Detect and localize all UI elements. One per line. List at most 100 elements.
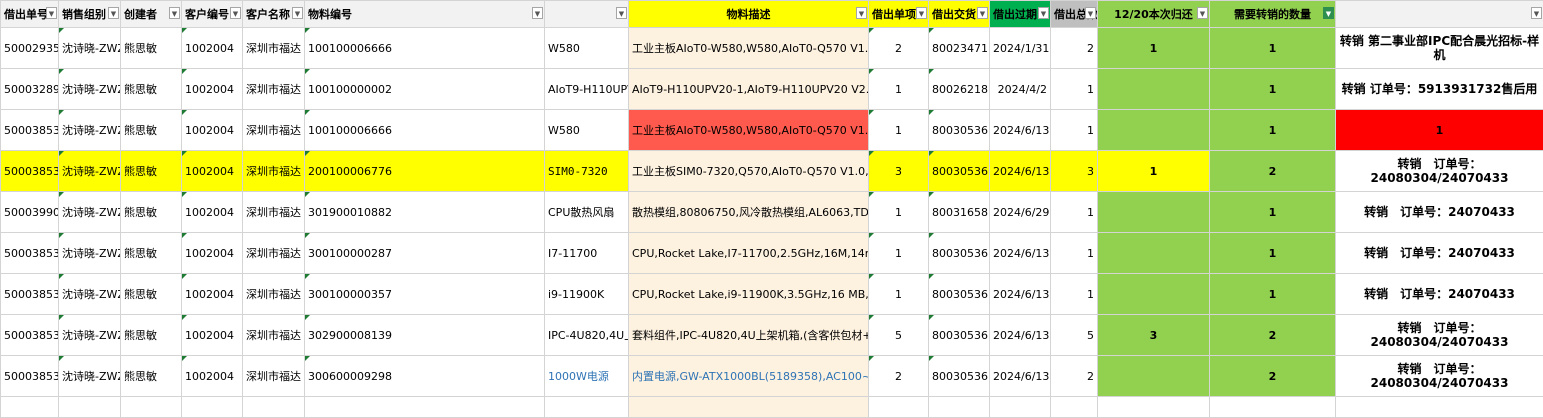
cell[interactable]: 80030536 [928, 273, 990, 315]
cell[interactable]: 5 [868, 314, 929, 356]
filter-dropdown-icon[interactable]: ▼ [1038, 7, 1049, 19]
cell[interactable]: 1 [1050, 191, 1098, 233]
cell[interactable]: 50003853 [0, 355, 59, 397]
header-cell[interactable]: 客户名称 ▼ [242, 0, 305, 28]
cell[interactable]: CPU散热风扇 [544, 191, 629, 233]
filter-dropdown-icon[interactable]: ▼ [532, 7, 543, 19]
cell[interactable]: 散热模组,80806750,风冷散热模组,AL6063,TD922 [628, 191, 869, 233]
cell[interactable]: 工业主板SIM0-7320,Q570,AIoT0-Q570 V1.0,4DIM [628, 150, 869, 192]
cell[interactable]: 熊思敏 [120, 232, 182, 274]
cell[interactable]: 沈诗晓-ZWZ [58, 314, 121, 356]
empty-cell[interactable] [242, 396, 305, 418]
cell[interactable]: 1002004 [181, 273, 243, 315]
empty-cell[interactable] [544, 396, 629, 418]
cell[interactable]: 沈诗晓-ZWZ [58, 68, 121, 110]
filter-dropdown-icon[interactable]: ▼ [230, 7, 241, 19]
cell[interactable]: 深圳市福达 [242, 150, 305, 192]
cell[interactable]: 熊思敏 [120, 273, 182, 315]
cell[interactable]: 80030536 [928, 109, 990, 151]
cell[interactable]: i9-11900K [544, 273, 629, 315]
cell[interactable]: 2024/1/31 [989, 27, 1051, 69]
cell[interactable]: 沈诗晓-ZWZ [58, 355, 121, 397]
filter-dropdown-icon[interactable]: ▼ [977, 7, 988, 19]
cell[interactable]: 2024/6/13 [989, 109, 1051, 151]
cell[interactable]: 1002004 [181, 314, 243, 356]
cell[interactable]: 300100000287 [304, 232, 545, 274]
cell[interactable]: 熊思敏 [120, 314, 182, 356]
cell[interactable]: 1 [1097, 27, 1210, 69]
cell[interactable] [1097, 355, 1210, 397]
cell[interactable]: 3 [868, 150, 929, 192]
cell[interactable]: AIoT9-H110UPV [544, 68, 629, 110]
cell[interactable]: 80030536 [928, 314, 990, 356]
cell[interactable]: 80023471 [928, 27, 990, 69]
cell[interactable]: 沈诗晓-ZWZ [58, 109, 121, 151]
cell[interactable]: 50003853 [0, 109, 59, 151]
cell[interactable]: 100100006666 [304, 109, 545, 151]
header-cell[interactable]: ▼ [1335, 0, 1543, 28]
cell[interactable]: 1 [868, 109, 929, 151]
cell[interactable]: 50003990 [0, 191, 59, 233]
cell[interactable]: 2024/6/13 [989, 150, 1051, 192]
cell[interactable]: 深圳市福达 [242, 27, 305, 69]
empty-cell[interactable] [120, 396, 182, 418]
cell[interactable]: 2024/4/2 [989, 68, 1051, 110]
cell[interactable]: 深圳市福达 [242, 355, 305, 397]
cell[interactable]: 1002004 [181, 191, 243, 233]
cell[interactable]: 2 [1209, 314, 1336, 356]
filter-dropdown-icon[interactable]: ▼ [916, 7, 927, 19]
empty-cell[interactable] [1335, 396, 1543, 418]
cell[interactable]: 2 [1050, 27, 1098, 69]
header-cell[interactable]: 物料描述 ▼ [628, 0, 869, 28]
cell[interactable]: 熊思敏 [120, 68, 182, 110]
cell[interactable] [1097, 273, 1210, 315]
cell[interactable]: 50003853 [0, 314, 59, 356]
empty-cell[interactable] [0, 396, 59, 418]
cell[interactable]: 1 [868, 273, 929, 315]
filter-dropdown-icon[interactable]: ▼ [1531, 7, 1542, 19]
cell[interactable]: 300600009298 [304, 355, 545, 397]
header-cell[interactable]: ▼ [544, 0, 629, 28]
cell[interactable]: 1002004 [181, 68, 243, 110]
header-cell[interactable]: 物料编号 ▼ [304, 0, 545, 28]
cell[interactable]: 1000W电源 [544, 355, 629, 397]
empty-cell[interactable] [1209, 396, 1336, 418]
header-cell[interactable]: 销售组别 ▼ [58, 0, 121, 28]
cell[interactable]: 1 [1209, 109, 1336, 151]
cell[interactable]: 深圳市福达 [242, 232, 305, 274]
cell[interactable]: 2 [1050, 355, 1098, 397]
filter-dropdown-icon[interactable]: ▼ [616, 7, 627, 19]
cell[interactable]: 转销 订单号：5913931732售后用 [1335, 68, 1543, 110]
cell[interactable]: 熊思敏 [120, 355, 182, 397]
cell[interactable]: 1 [1050, 68, 1098, 110]
cell[interactable]: 2024/6/13 [989, 232, 1051, 274]
cell[interactable]: 转销 订单号：24070433 [1335, 232, 1543, 274]
empty-cell[interactable] [928, 396, 990, 418]
cell[interactable]: CPU,Rocket Lake,i9-11900K,3.5GHz,16 MB,8… [628, 273, 869, 315]
filter-dropdown-icon[interactable]: ▼ [292, 7, 303, 19]
header-cell[interactable]: 创建者 ▼ [120, 0, 182, 28]
cell[interactable]: AIoT9-H110UPV20-1,AIoT9-H110UPV20 V2.1,H… [628, 68, 869, 110]
header-cell[interactable]: 12/20本次归还 ▼ [1097, 0, 1210, 28]
cell[interactable]: 50003853 [0, 273, 59, 315]
empty-cell[interactable] [181, 396, 243, 418]
cell[interactable]: 转销 订单号：24080304/24070433 [1335, 355, 1543, 397]
empty-cell[interactable] [868, 396, 929, 418]
cell[interactable]: 转销 订单号：24080304/24070433 [1335, 150, 1543, 192]
cell[interactable]: 沈诗晓-ZWZ [58, 150, 121, 192]
cell[interactable]: 沈诗晓-ZWZ [58, 273, 121, 315]
cell[interactable]: 5 [1050, 314, 1098, 356]
cell[interactable]: 1002004 [181, 355, 243, 397]
cell[interactable]: 50003853 [0, 232, 59, 274]
cell[interactable]: IPC-4U820,4U上 [544, 314, 629, 356]
header-cell[interactable]: 借出交货 ▼ [928, 0, 990, 28]
cell[interactable]: 内置电源,GW-ATX1000BL(5189358),AC100~240 [628, 355, 869, 397]
cell[interactable]: 50003853 [0, 150, 59, 192]
cell[interactable]: 80030536 [928, 232, 990, 274]
empty-cell[interactable] [1097, 396, 1210, 418]
header-cell[interactable]: 借出单号 ▼ [0, 0, 59, 28]
cell[interactable]: 1002004 [181, 109, 243, 151]
cell[interactable]: 100100006666 [304, 27, 545, 69]
cell[interactable]: 100100000002 [304, 68, 545, 110]
cell[interactable]: 1 [868, 191, 929, 233]
